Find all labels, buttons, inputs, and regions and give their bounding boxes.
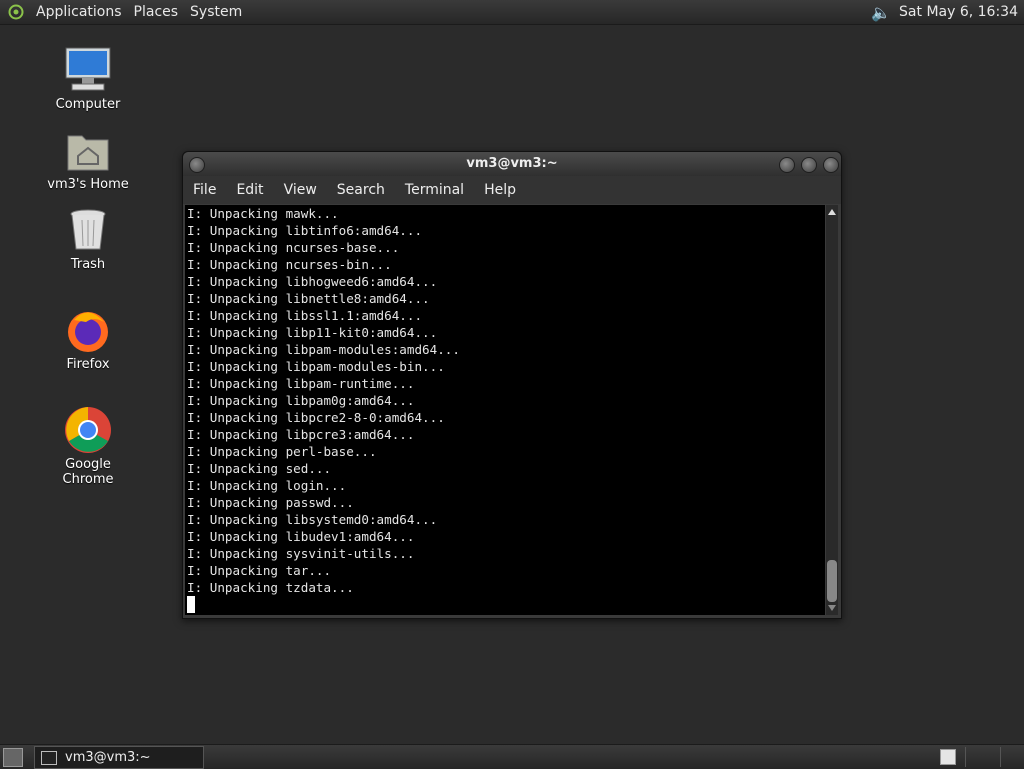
- terminal-line: I: Unpacking libpam-modules-bin...: [187, 359, 445, 374]
- terminal-line: I: Unpacking libpam-modules:amd64...: [187, 342, 460, 357]
- desktop-icon-firefox[interactable]: Firefox: [38, 306, 138, 372]
- terminal-line: I: Unpacking libtinfo6:amd64...: [187, 223, 423, 238]
- terminal-line: I: Unpacking libssl1.1:amd64...: [187, 308, 423, 323]
- terminal-output[interactable]: I: Unpacking mawk... I: Unpacking libtin…: [185, 205, 825, 615]
- workspace-divider: [1000, 747, 1001, 767]
- terminal-scrollbar[interactable]: [826, 205, 838, 615]
- desktop-icon-trash[interactable]: Trash: [38, 206, 138, 272]
- menu-terminal[interactable]: Terminal: [395, 182, 474, 198]
- terminal-line: I: Unpacking libhogweed6:amd64...: [187, 274, 438, 289]
- terminal-line: I: Unpacking libpcre3:amd64...: [187, 427, 415, 442]
- terminal-line: I: Unpacking sed...: [187, 461, 332, 476]
- clock[interactable]: Sat May 6, 16:34: [899, 4, 1018, 20]
- scroll-down-icon[interactable]: [828, 605, 836, 611]
- desktop-icon-label: Computer: [55, 97, 121, 112]
- computer-icon: [64, 46, 112, 94]
- places-menu[interactable]: Places: [128, 4, 185, 20]
- scrollbar-thumb[interactable]: [827, 560, 837, 602]
- scroll-up-icon[interactable]: [828, 209, 836, 215]
- desktop-icon-home[interactable]: vm3's Home: [38, 126, 138, 192]
- terminal-line: I: Unpacking libudev1:amd64...: [187, 529, 415, 544]
- bottom-panel: vm3@vm3:~: [0, 744, 1024, 769]
- menu-view[interactable]: View: [274, 182, 327, 198]
- menu-edit[interactable]: Edit: [226, 182, 273, 198]
- workspace-divider: [965, 747, 966, 767]
- menu-help[interactable]: Help: [474, 182, 526, 198]
- maximize-icon[interactable]: [801, 157, 817, 173]
- terminal-line: I: Unpacking ncurses-base...: [187, 240, 400, 255]
- desktop-icon-label: Google Chrome: [62, 457, 114, 487]
- window-titlebar[interactable]: vm3@vm3:~: [183, 152, 841, 176]
- terminal-line: I: Unpacking libpam-runtime...: [187, 376, 415, 391]
- terminal-line: I: Unpacking sysvinit-utils...: [187, 546, 415, 561]
- distro-logo-icon[interactable]: [8, 4, 24, 20]
- menu-file[interactable]: File: [183, 182, 226, 198]
- terminal-window[interactable]: vm3@vm3:~ File Edit View Search Terminal…: [182, 151, 842, 619]
- desktop-icon-label: vm3's Home: [47, 177, 129, 192]
- minimize-icon[interactable]: [779, 157, 795, 173]
- terminal-line: I: Unpacking libp11-kit0:amd64...: [187, 325, 438, 340]
- terminal-line: I: Unpacking libpcre2-8-0:amd64...: [187, 410, 445, 425]
- firefox-icon: [64, 306, 112, 354]
- terminal-line: I: Unpacking perl-base...: [187, 444, 377, 459]
- applications-menu[interactable]: Applications: [30, 4, 128, 20]
- terminal-cursor: [187, 596, 195, 613]
- terminal-line: I: Unpacking ncurses-bin...: [187, 257, 392, 272]
- terminal-line: I: Unpacking mawk...: [187, 206, 339, 221]
- desktop-icon-label: Trash: [70, 257, 106, 272]
- terminal-line: I: Unpacking tar...: [187, 563, 332, 578]
- terminal-line: I: Unpacking passwd...: [187, 495, 354, 510]
- chrome-icon: [64, 406, 112, 454]
- window-menu-icon[interactable]: [189, 157, 205, 173]
- terminal-menubar: File Edit View Search Terminal Help: [183, 176, 841, 204]
- desktop-icon-chrome[interactable]: Google Chrome: [38, 406, 138, 487]
- desktop-icon-computer[interactable]: Computer: [38, 46, 138, 112]
- taskbar-terminal-button[interactable]: vm3@vm3:~: [34, 746, 204, 769]
- workspace-switcher[interactable]: [940, 749, 956, 765]
- terminal-line: I: Unpacking tzdata...: [187, 580, 354, 595]
- taskbar-label: vm3@vm3:~: [65, 750, 151, 765]
- trash-icon: [64, 206, 112, 254]
- volume-icon[interactable]: 🔈: [871, 3, 891, 22]
- show-desktop-icon[interactable]: [3, 748, 23, 767]
- desktop-icon-label: Firefox: [66, 357, 110, 372]
- top-panel: Applications Places System 🔈 Sat May 6, …: [0, 0, 1024, 25]
- terminal-line: I: Unpacking libpam0g:amd64...: [187, 393, 415, 408]
- terminal-line: I: Unpacking libnettle8:amd64...: [187, 291, 430, 306]
- system-menu[interactable]: System: [184, 4, 248, 20]
- terminal-line: I: Unpacking login...: [187, 478, 347, 493]
- terminal-line: I: Unpacking libsystemd0:amd64...: [187, 512, 438, 527]
- close-icon[interactable]: [823, 157, 839, 173]
- menu-search[interactable]: Search: [327, 182, 395, 198]
- home-folder-icon: [64, 126, 112, 174]
- window-title: vm3@vm3:~: [466, 156, 558, 171]
- terminal-icon: [41, 750, 57, 765]
